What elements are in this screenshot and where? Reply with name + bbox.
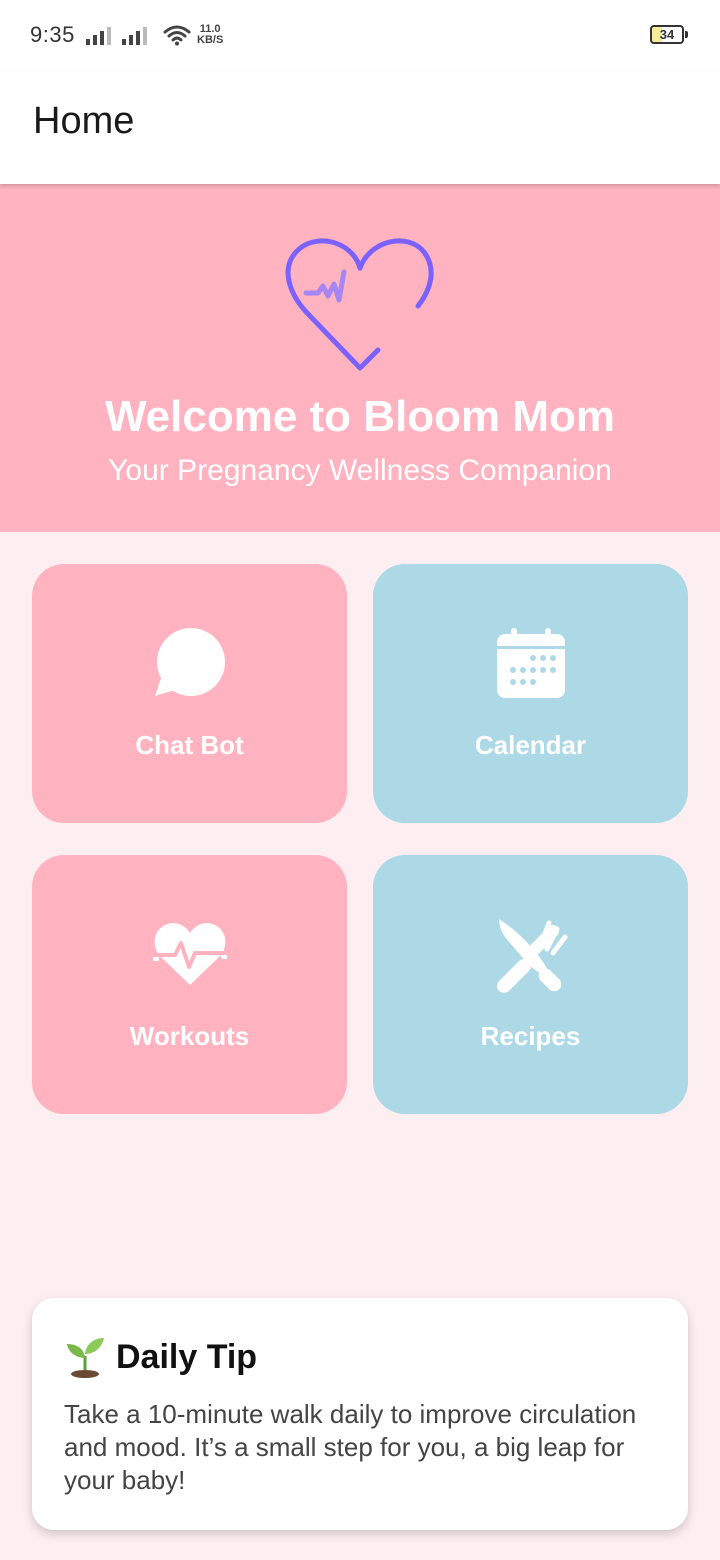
network-speed: 11.0 KB/S <box>197 24 223 46</box>
workouts-tile[interactable]: Workouts <box>32 855 347 1114</box>
daily-tip-title: Daily Tip <box>116 1337 258 1376</box>
tile-label: Recipes <box>480 1021 581 1051</box>
signal-icon <box>86 27 111 45</box>
tile-label: Workouts <box>129 1021 250 1051</box>
page-title: Home <box>33 100 135 142</box>
daily-tip-card: Daily Tip Take a 10-minute walk daily to… <box>32 1298 688 1530</box>
network-speed-unit: KB/S <box>197 34 224 46</box>
seedling-icon <box>67 1338 104 1378</box>
welcome-banner: Welcome to Bloom Mom Your Pregnancy Well… <box>0 184 720 532</box>
signal-icon <box>122 27 147 45</box>
calendar-icon <box>496 628 565 698</box>
tile-label: Chat Bot <box>135 730 244 760</box>
calendar-tile[interactable]: Calendar <box>373 564 688 823</box>
welcome-title: Welcome to Bloom Mom <box>104 392 616 441</box>
welcome-subtitle: Your Pregnancy Wellness Companion <box>108 454 612 487</box>
wifi-icon <box>163 25 191 46</box>
battery-icon: 34 <box>650 25 684 44</box>
status-bar: 9:35 11.0 KB/S 34 <box>0 0 720 72</box>
app-bar: Home <box>0 72 720 184</box>
battery-tip <box>685 31 688 38</box>
heart-pulse-icon <box>152 922 227 985</box>
recipes-tile[interactable]: Recipes <box>373 855 688 1114</box>
chat-bubble-icon <box>154 628 225 696</box>
daily-tip-header: Daily Tip <box>64 1336 257 1378</box>
daily-tip-text: Take a 10-minute walk daily to improve c… <box>64 1399 637 1495</box>
chat-bot-tile[interactable]: Chat Bot <box>32 564 347 823</box>
tile-label: Calendar <box>474 730 587 760</box>
heart-pulse-icon <box>285 238 434 371</box>
utensils-icon <box>496 919 567 993</box>
status-time: 9:35 <box>30 22 75 47</box>
